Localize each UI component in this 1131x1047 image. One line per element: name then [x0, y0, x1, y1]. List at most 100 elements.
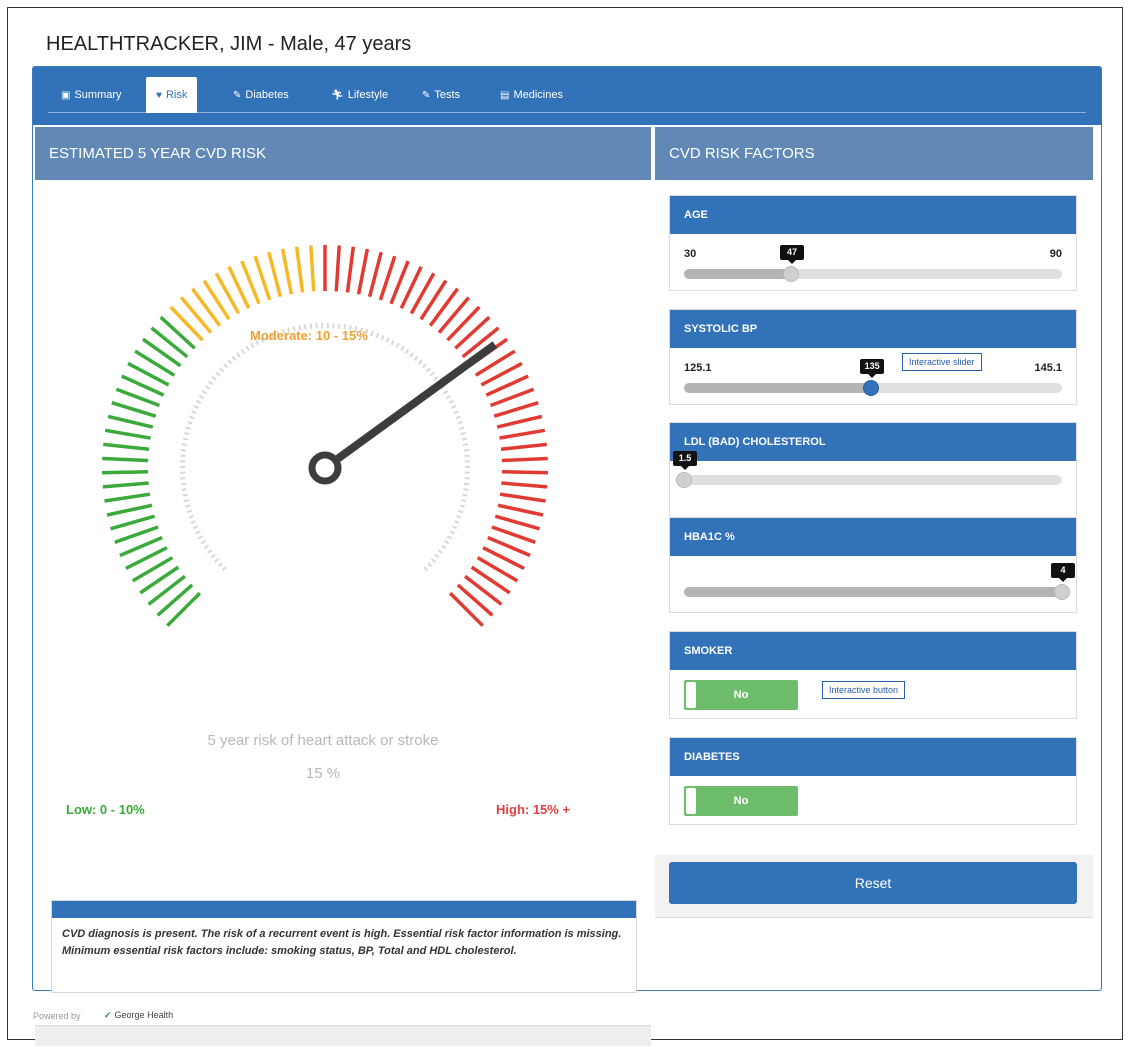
gauge-inner-tick: [464, 482, 470, 486]
tab-lifestyle[interactable]: 🏃︎ Lifestyle: [321, 77, 398, 113]
interactive-button-annotation: Interactive button: [822, 681, 906, 699]
gauge-inner-tick: [191, 410, 197, 415]
gauge-tick: [104, 492, 151, 503]
tab-medicines[interactable]: ▤ Medicines: [490, 77, 573, 113]
gauge-hub: [308, 451, 342, 485]
gauge-inner-tick: [455, 415, 461, 420]
age-slider-handle[interactable]: 47: [779, 245, 804, 282]
systolic-bp-slider[interactable]: 135: [684, 359, 1062, 396]
hba1c-slider[interactable]: 4: [684, 563, 1075, 600]
tab-risk[interactable]: ♥ Risk: [146, 77, 198, 113]
gauge-inner-tick: [461, 499, 467, 503]
reset-button[interactable]: Reset: [669, 862, 1077, 904]
gauge-inner-tick: [227, 359, 233, 365]
gauge-inner-tick: [231, 355, 237, 361]
gauge-inner-tick: [187, 420, 193, 425]
gauge-inner-tick: [198, 394, 205, 400]
gauge-inner-tick: [375, 332, 380, 339]
low-label: Low: 0 - 10%: [66, 802, 145, 817]
gauge-inner-tick: [200, 540, 207, 545]
running-person-icon: 🏃︎: [331, 90, 344, 101]
gauge-inner-tick: [454, 520, 460, 524]
gauge-inner-tick: [223, 363, 229, 369]
gauge-inner-tick: [423, 566, 429, 572]
gauge-inner-tick: [443, 390, 449, 395]
gauge-tick: [499, 492, 546, 503]
gauge-inner-tick: [437, 549, 444, 554]
systolic-bp-max: 145.1: [1034, 362, 1062, 374]
hba1c-slider-handle[interactable]: 4: [1051, 563, 1075, 600]
tab-summary[interactable]: ▣ Summary: [51, 77, 132, 113]
gauge-tick: [114, 525, 159, 544]
gauge-tick: [499, 428, 546, 440]
gauge-inner-tick: [193, 405, 199, 409]
gauge-inner-tick: [196, 399, 202, 405]
gauge-inner-tick: [462, 493, 468, 497]
notice-text: CVD diagnosis is present. The risk of a …: [62, 928, 622, 957]
factor-hba1c-label: HBA1C %: [670, 518, 1076, 556]
gauge-tick: [470, 565, 511, 595]
gauge-tick: [446, 305, 481, 342]
gauge-inner-tick: [185, 504, 191, 508]
ldl-slider-handle[interactable]: 1.5: [673, 451, 697, 488]
gauge-tick: [103, 442, 150, 451]
gauge-tick: [496, 414, 543, 429]
gauge-inner-tick: [430, 558, 436, 563]
gauge-needle: [322, 341, 498, 472]
ldl-slider[interactable]: 1.5: [673, 451, 1062, 488]
gauge-tick: [150, 326, 189, 359]
gauge-inner-tick: [180, 482, 186, 486]
gauge-inner-tick: [453, 410, 459, 415]
gauge-inner-tick: [385, 337, 390, 343]
reset-area: Reset: [655, 855, 1093, 918]
gauge-inner-tick: [208, 380, 214, 386]
smoker-toggle[interactable]: No: [684, 680, 798, 710]
gauge-tick: [280, 248, 294, 295]
tab-tests[interactable]: ✎ Tests: [412, 77, 470, 113]
gauge-inner-tick: [434, 553, 440, 559]
age-slider[interactable]: 47: [684, 245, 1062, 282]
gauge-inner-tick: [186, 509, 192, 514]
gauge-inner-tick: [451, 525, 458, 530]
smoker-toggle-label: No: [733, 689, 749, 701]
gauge-inner-tick: [192, 525, 199, 530]
age-max: 90: [1049, 248, 1062, 260]
interactive-slider-annotation: Interactive slider: [902, 353, 982, 371]
gauge-tick: [501, 470, 548, 475]
medicine-bottle-icon: ▤: [500, 90, 510, 101]
gauge-inner-tick: [404, 348, 410, 355]
gauge-graphic: [102, 245, 548, 627]
systolic-bp-slider-handle[interactable]: 135: [860, 359, 885, 396]
risk-panel: ESTIMATED 5 YEAR CVD RISK Moderate: 10 -…: [35, 127, 651, 1046]
gauge-inner-tick: [443, 540, 450, 545]
risk-panel-title: ESTIMATED 5 YEAR CVD RISK: [35, 127, 651, 180]
pencil-icon: ✎: [233, 90, 242, 101]
gauge-inner-tick: [425, 367, 431, 373]
gauge-tick: [159, 315, 196, 350]
gauge-tick: [169, 305, 204, 342]
gauge-tick: [428, 287, 460, 327]
george-health-logo[interactable]: ✓ George Health: [104, 1010, 173, 1021]
gauge-inner-tick: [440, 544, 447, 550]
factor-smoker: SMOKER No Interactive button: [669, 631, 1077, 719]
tab-diabetes[interactable]: ✎ Diabetes: [223, 77, 299, 113]
gauge-inner-tick: [427, 562, 433, 568]
gauge-inner-tick: [458, 509, 464, 514]
gauge-inner-tick: [429, 371, 435, 377]
gauge-inner-tick: [188, 515, 194, 519]
gauge-inner-tick: [197, 535, 204, 540]
gauge-tick: [156, 583, 194, 617]
high-label: High: 15% +: [496, 802, 571, 817]
george-health-icon: ✓: [104, 1010, 112, 1020]
moderate-label: Moderate: 10 - 15%: [250, 328, 368, 343]
gauge-tick: [494, 514, 541, 531]
gauge-tick: [179, 296, 213, 334]
factor-hba1c: HBA1C % 4: [669, 517, 1077, 613]
gauge-inner-tick: [421, 363, 427, 369]
diabetes-toggle[interactable]: No: [684, 786, 798, 816]
gauge-tick: [491, 525, 536, 544]
gauge-tick: [454, 315, 491, 350]
gauge-inner-tick: [219, 367, 225, 373]
gauge-tick: [102, 481, 149, 489]
gauge-inner-tick: [461, 437, 468, 441]
